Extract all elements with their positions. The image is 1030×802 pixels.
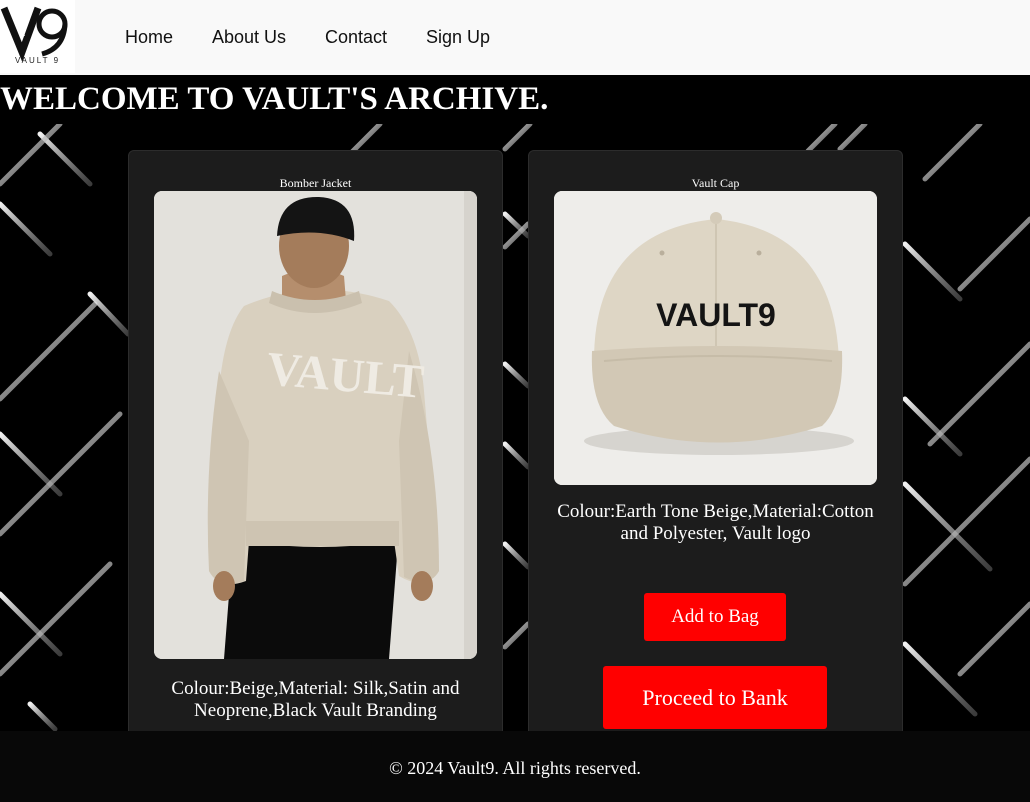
nav-link-sign-up[interactable]: Sign Up bbox=[426, 26, 490, 48]
logo-subtitle: VAULT 9 bbox=[14, 56, 61, 65]
nav-link-about-us[interactable]: About Us bbox=[212, 26, 286, 48]
vault-cap-image: VAULT9 bbox=[554, 191, 877, 485]
page-title: WELCOME TO VAULT'S ARCHIVE. bbox=[0, 81, 549, 117]
proceed-to-bank-button[interactable]: Proceed to Bank bbox=[603, 666, 827, 729]
product-description: Colour:Earth Tone Beige,Material:Cotton … bbox=[557, 501, 874, 544]
bomber-jacket-image: VAULT bbox=[154, 191, 477, 659]
product-description: Colour:Beige,Material: Silk,Satin and Ne… bbox=[171, 678, 460, 721]
top-navigation-bar: VAULT 9 Home About Us Contact Sign Up bbox=[0, 0, 1030, 75]
nav-link-contact[interactable]: Contact bbox=[325, 26, 387, 48]
product-card-vault-cap: Vault Cap VAULT9 Colour:Earth Tone Beige… bbox=[528, 150, 903, 750]
product-card-bomber-jacket: Bomber Jacket VAULT Colour:Beige,Materia… bbox=[128, 150, 503, 750]
vault9-logo[interactable]: VAULT 9 bbox=[0, 0, 75, 73]
copyright-text: © 2024 Vault9. All rights reserved. bbox=[389, 758, 641, 778]
cap-logo-text: VAULT9 bbox=[656, 297, 776, 333]
product-title: Vault Cap bbox=[691, 176, 740, 190]
nav-link-home[interactable]: Home bbox=[125, 26, 173, 48]
product-title: Bomber Jacket bbox=[279, 176, 352, 190]
add-to-bag-button[interactable]: Add to Bag bbox=[644, 593, 786, 641]
footer: © 2024 Vault9. All rights reserved. bbox=[0, 731, 1030, 802]
